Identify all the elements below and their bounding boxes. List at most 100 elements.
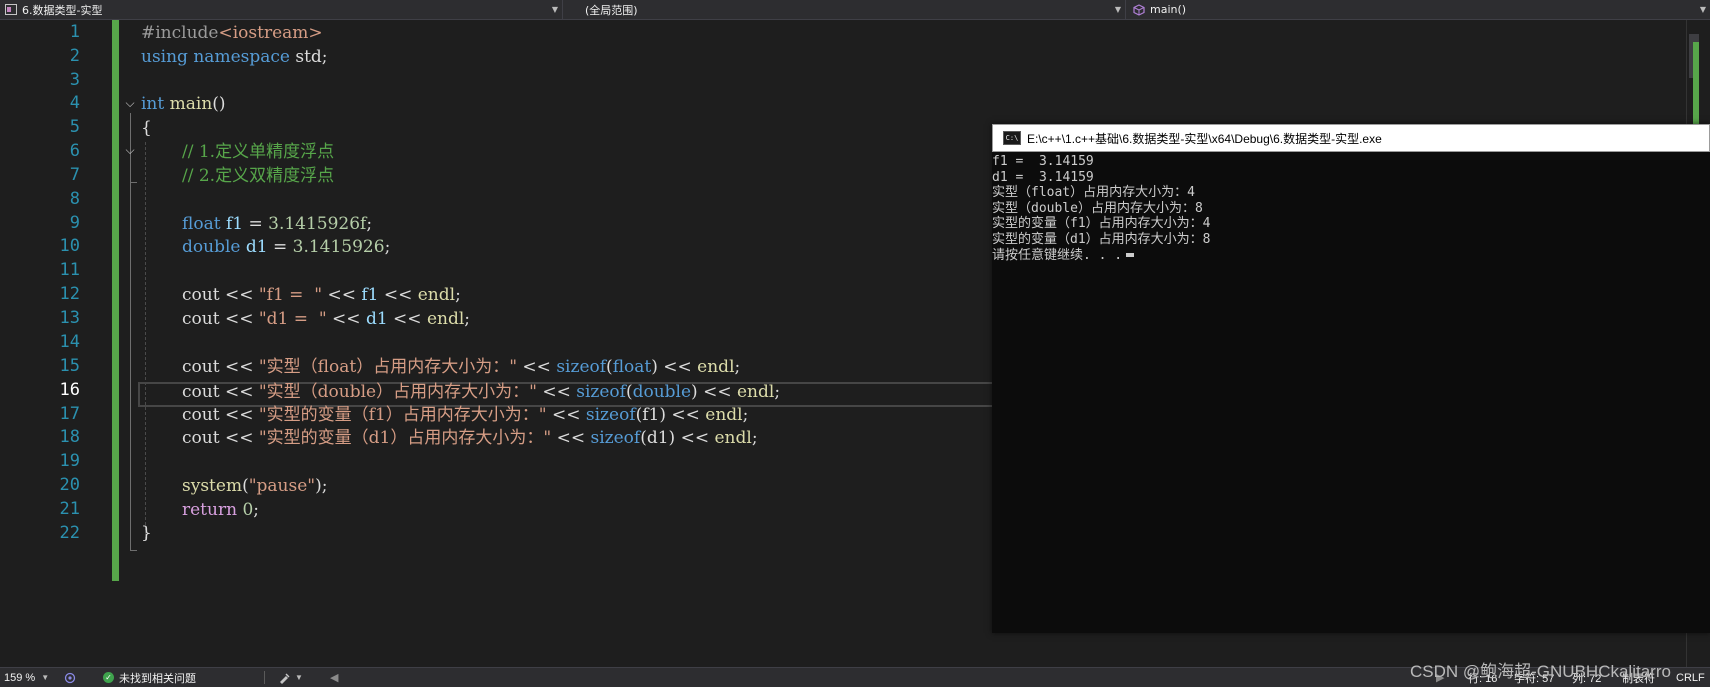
chevron-down-icon: ▼ (1114, 5, 1122, 14)
keyword-token: sizeof (585, 405, 636, 425)
code-line: float f1 = 3.1415926f; (182, 212, 372, 237)
watermark-text: CSDN @鲍海超-GNUBHCkalitarro (1410, 662, 1671, 681)
code-line: system("pause"); (182, 474, 327, 499)
identifier-token: cout (182, 357, 220, 377)
code-line: cout << "实型的变量（f1）占用内存大小为：" << sizeof(f1… (182, 403, 748, 428)
punct-token: () (212, 94, 226, 114)
line-number: 13 (59, 308, 80, 328)
punct-token: ; (734, 357, 741, 377)
operator-token: (d1) << (640, 428, 715, 448)
identifier-token: cout (182, 428, 220, 448)
scroll-left-icon[interactable]: ◀ (330, 668, 338, 687)
string-token: "实型（float）占用内存大小为：" (258, 357, 518, 377)
console-line: 实型（double）占用内存大小为：8 (992, 200, 1203, 216)
operator-token: << (219, 285, 259, 305)
punct-token: ; (742, 405, 749, 425)
variable-token: f1 (361, 285, 379, 305)
operator-token: = (243, 214, 269, 234)
keyword-token: float (182, 214, 221, 234)
console-app-icon: C:\ (1003, 131, 1021, 145)
operator-token: << (378, 285, 418, 305)
scope-dropdown[interactable]: (全局范围) ▼ (563, 0, 1126, 19)
project-dropdown[interactable]: 6.数据类型-实型 ▼ (0, 0, 563, 19)
string-token: "实型的变量（f1）占用内存大小为：" (258, 405, 547, 425)
keyword-token: int (141, 94, 165, 114)
fold-toggle-icon[interactable]: ⌵ (124, 97, 136, 109)
issues-indicator[interactable]: ✓ 未找到相关问题 (103, 668, 196, 687)
code-line: int main() (141, 92, 226, 117)
console-window[interactable]: C:\ E:\c++\1.c++基础\6.数据类型-实型\x64\Debug\6… (992, 124, 1710, 633)
function-token: system (182, 476, 243, 496)
project-label: 6.数据类型-实型 (22, 3, 103, 17)
console-prompt-text: 请按任意键继续. . . (992, 247, 1123, 263)
code-line: cout << "实型（double）占用内存大小为：" << sizeof(d… (182, 380, 780, 405)
fold-toggle-icon[interactable]: ⌵ (124, 144, 136, 156)
variable-token: d1 (365, 309, 388, 329)
operator-token: ) << (691, 382, 737, 402)
console-output: f1 = 3.14159 d1 = 3.14159 实型（float）占用内存大… (992, 154, 1710, 263)
line-number: 22 (59, 523, 80, 543)
line-number-current: 16 (59, 380, 80, 400)
zoom-dropdown[interactable]: 159 % ▼ (4, 668, 49, 687)
line-number: 9 (69, 213, 80, 233)
punct-token: ; (366, 214, 373, 234)
operator-token: = (267, 237, 293, 257)
operator-token: << (219, 405, 259, 425)
console-cursor (1126, 253, 1135, 258)
line-number: 5 (69, 117, 80, 137)
function-token: endl (714, 428, 752, 448)
issues-label: 未找到相关问题 (119, 672, 196, 685)
code-line: return 0; (182, 498, 259, 523)
keyword-token: namespace (193, 47, 290, 67)
member-label: main() (1150, 3, 1187, 16)
console-line: f1 = 3.14159 (992, 154, 1094, 169)
punct-token: ( (606, 357, 613, 377)
line-number: 7 (69, 165, 80, 185)
function-token: endl (705, 405, 743, 425)
line-number: 14 (59, 332, 80, 352)
punct-token: ; (774, 382, 781, 402)
code-line: cout << "实型（float）占用内存大小为：" << sizeof(fl… (182, 355, 740, 380)
operator-token: << (219, 382, 259, 402)
keyword-token: using (141, 47, 188, 67)
chevron-down-icon: ▼ (551, 5, 559, 14)
eol-indicator[interactable]: CRLF (1676, 668, 1705, 687)
console-titlebar[interactable]: C:\ E:\c++\1.c++基础\6.数据类型-实型\x64\Debug\6… (992, 124, 1710, 152)
string-token: "实型（double）占用内存大小为：" (258, 382, 537, 402)
identifier-token: std; (289, 47, 328, 67)
member-dropdown[interactable]: main() ▼ (1126, 0, 1710, 19)
function-token: endl (697, 357, 735, 377)
identifier-token: cout (182, 285, 220, 305)
function-token: endl (417, 285, 456, 305)
line-number: 11 (59, 260, 80, 280)
keyword-token: sizeof (590, 428, 641, 448)
brace-token: } (141, 523, 152, 543)
copilot-icon[interactable] (64, 668, 76, 687)
line-number: 2 (69, 46, 80, 66)
code-cleanup-button[interactable]: ▼ (278, 668, 303, 687)
punct-token: ); (315, 476, 328, 496)
code-line: // 2.定义双精度浮点 (182, 164, 334, 189)
console-title: E:\c++\1.c++基础\6.数据类型-实型\x64\Debug\6.数据类… (1027, 131, 1382, 146)
console-line: 实型（float）占用内存大小为：4 (992, 185, 1195, 201)
console-prompt-line: 请按任意键继续. . . (992, 248, 1710, 264)
code-line: cout << "d1 = " << d1 << endl; (182, 307, 470, 332)
string-token: "d1 = " (258, 309, 327, 329)
code-line: #include<iostream> (141, 21, 323, 46)
punct-token: ; (751, 428, 758, 448)
brace-token: { (141, 118, 152, 138)
fold-guide-end (130, 550, 137, 551)
operator-token: (f1) << (635, 405, 706, 425)
chevron-down-icon: ▼ (41, 673, 50, 682)
line-number: 6 (69, 141, 80, 161)
code-line: cout << "f1 = " << f1 << endl; (182, 283, 461, 308)
include-path-token: <iostream> (218, 23, 323, 43)
number-token: 3.1415926 (292, 237, 385, 257)
line-number: 3 (69, 70, 80, 90)
line-number: 8 (69, 189, 80, 209)
code-line: { (141, 116, 152, 141)
line-number: 21 (59, 499, 80, 519)
function-token: main (169, 94, 213, 114)
variable-token: f1 (225, 214, 244, 234)
line-number: 17 (59, 404, 80, 424)
